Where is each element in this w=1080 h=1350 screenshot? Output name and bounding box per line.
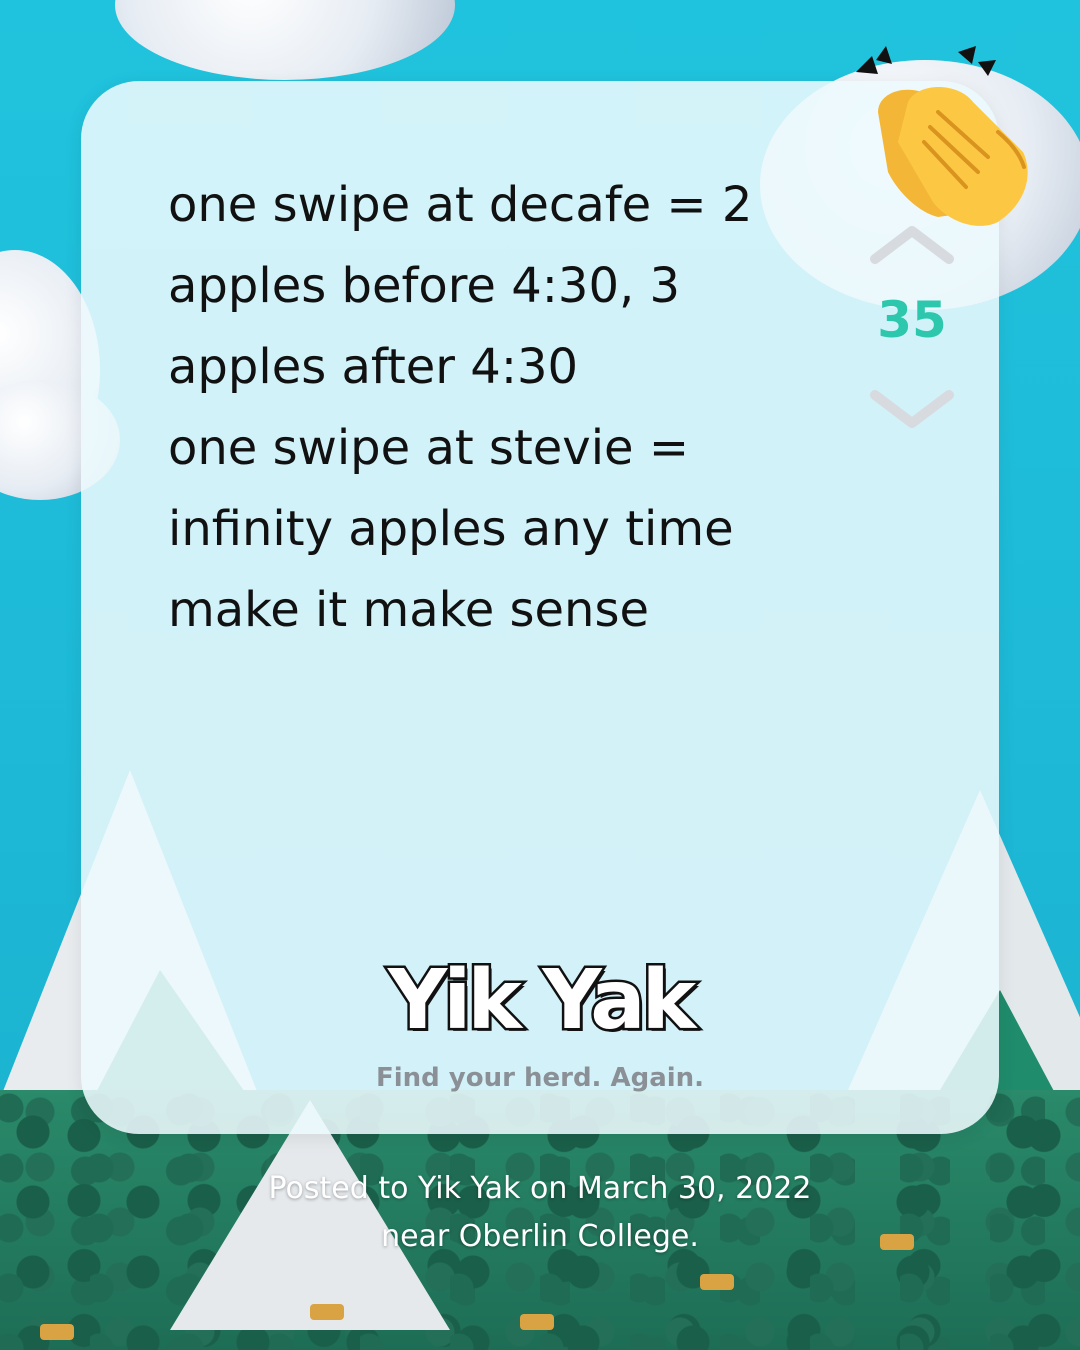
post-caption: Posted to Yik Yak on March 30, 2022 near… <box>0 1165 1080 1261</box>
hay-bale <box>520 1314 554 1330</box>
downvote-button[interactable] <box>869 389 955 431</box>
logo-container: Yik Yak <box>81 951 999 1051</box>
caption-date-line: Posted to Yik Yak on March 30, 2022 <box>268 1171 812 1206</box>
chevron-down-icon <box>870 390 954 428</box>
tagline: Find your herd. Again. <box>375 1063 705 1093</box>
hay-bale <box>700 1274 734 1290</box>
vote-count: 35 <box>877 291 947 349</box>
post-text: one swipe at decafe = 2 apples before 4:… <box>168 177 753 638</box>
clapping-hands-icon <box>856 46 1028 226</box>
hay-bale <box>310 1304 344 1320</box>
hay-bale <box>40 1324 74 1340</box>
yik-yak-logo: Yik Yak <box>385 951 698 1051</box>
caption-location-line: near Oberlin College. <box>381 1219 699 1254</box>
